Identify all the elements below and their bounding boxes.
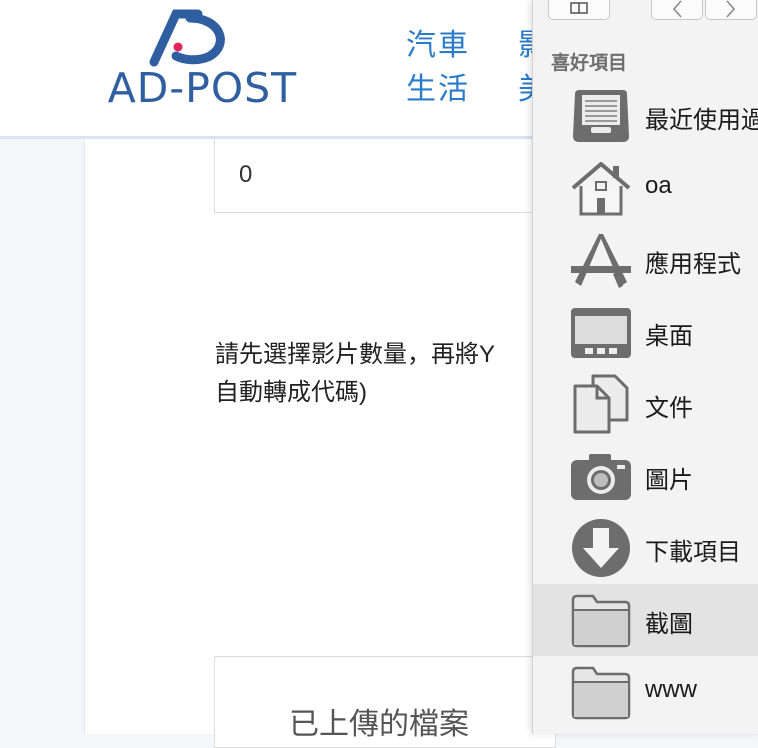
- sidebar-item-documents[interactable]: 文件: [533, 368, 758, 440]
- camera-icon: [571, 454, 631, 500]
- sidebar-item-label: www: [645, 676, 697, 703]
- applications-icon: [571, 234, 631, 288]
- sidebar-item-label: oa: [645, 172, 672, 199]
- forward-button[interactable]: [705, 0, 757, 20]
- sidebar-item-label: 應用程式: [645, 251, 741, 278]
- sidebar-toggle-button[interactable]: [548, 0, 610, 20]
- sidebar-item-applications[interactable]: 應用程式: [533, 224, 758, 296]
- favorites-section-title: 喜好項目: [551, 53, 628, 74]
- sidebar-item-home[interactable]: oa: [533, 152, 758, 224]
- back-button[interactable]: [651, 0, 703, 20]
- video-count-field[interactable]: 0: [214, 139, 556, 213]
- documents-icon: [573, 374, 629, 434]
- sidebar-item-label: 文件: [645, 395, 693, 422]
- sidebar-item-downloads[interactable]: 下載項目: [533, 512, 758, 584]
- uploaded-files-title: 已上傳的檔案: [289, 708, 469, 741]
- sidebar-item-label: 截圖: [645, 611, 693, 638]
- sidebar-item-desktop[interactable]: 桌面: [533, 296, 758, 368]
- sidebar-item-label: 下載項目: [645, 539, 741, 566]
- sidebar-toggle-icon: [570, 2, 588, 14]
- instruction-line-2: 自動轉成代碼): [215, 379, 367, 406]
- sidebar-item-www[interactable]: www: [533, 656, 758, 728]
- sidebar-item-recents[interactable]: 最近使用過: [533, 80, 758, 152]
- page-gutter: [0, 139, 84, 734]
- recents-tray-icon: [573, 90, 629, 142]
- folder-icon: [571, 594, 631, 648]
- sidebar-item-label: 桌面: [645, 323, 693, 350]
- sidebar-item-label: 圖片: [645, 467, 693, 494]
- chevron-left-icon: [673, 0, 682, 18]
- chevron-right-icon: [726, 0, 735, 18]
- sidebar-item-screenshots[interactable]: 截圖: [533, 584, 758, 656]
- desktop-icon: [571, 308, 631, 358]
- download-icon: [572, 519, 630, 577]
- sidebar-item-label: 最近使用過: [645, 107, 758, 134]
- nav-item-cars[interactable]: 汽車: [406, 20, 470, 64]
- folder-icon: [571, 666, 631, 720]
- instruction-line-1: 請先選擇影片數量，再將Y: [215, 341, 496, 368]
- home-icon: [571, 162, 631, 216]
- video-count-value: 0: [239, 161, 253, 188]
- uploaded-files-panel: 已上傳的檔案: [214, 656, 556, 748]
- sidebar-item-pictures[interactable]: 圖片: [533, 440, 758, 512]
- content-panel: [84, 139, 565, 734]
- upload-instruction: 請先選擇影片數量，再將Y 自動轉成代碼): [215, 336, 545, 412]
- nav-item-life[interactable]: 生活: [406, 64, 470, 108]
- logo-text: AD-POST: [107, 64, 298, 112]
- finder-sidebar: 喜好項目 最近使用過 oa 應用程式 桌面 文件 圖片 下載項目 截圖 www: [532, 0, 758, 734]
